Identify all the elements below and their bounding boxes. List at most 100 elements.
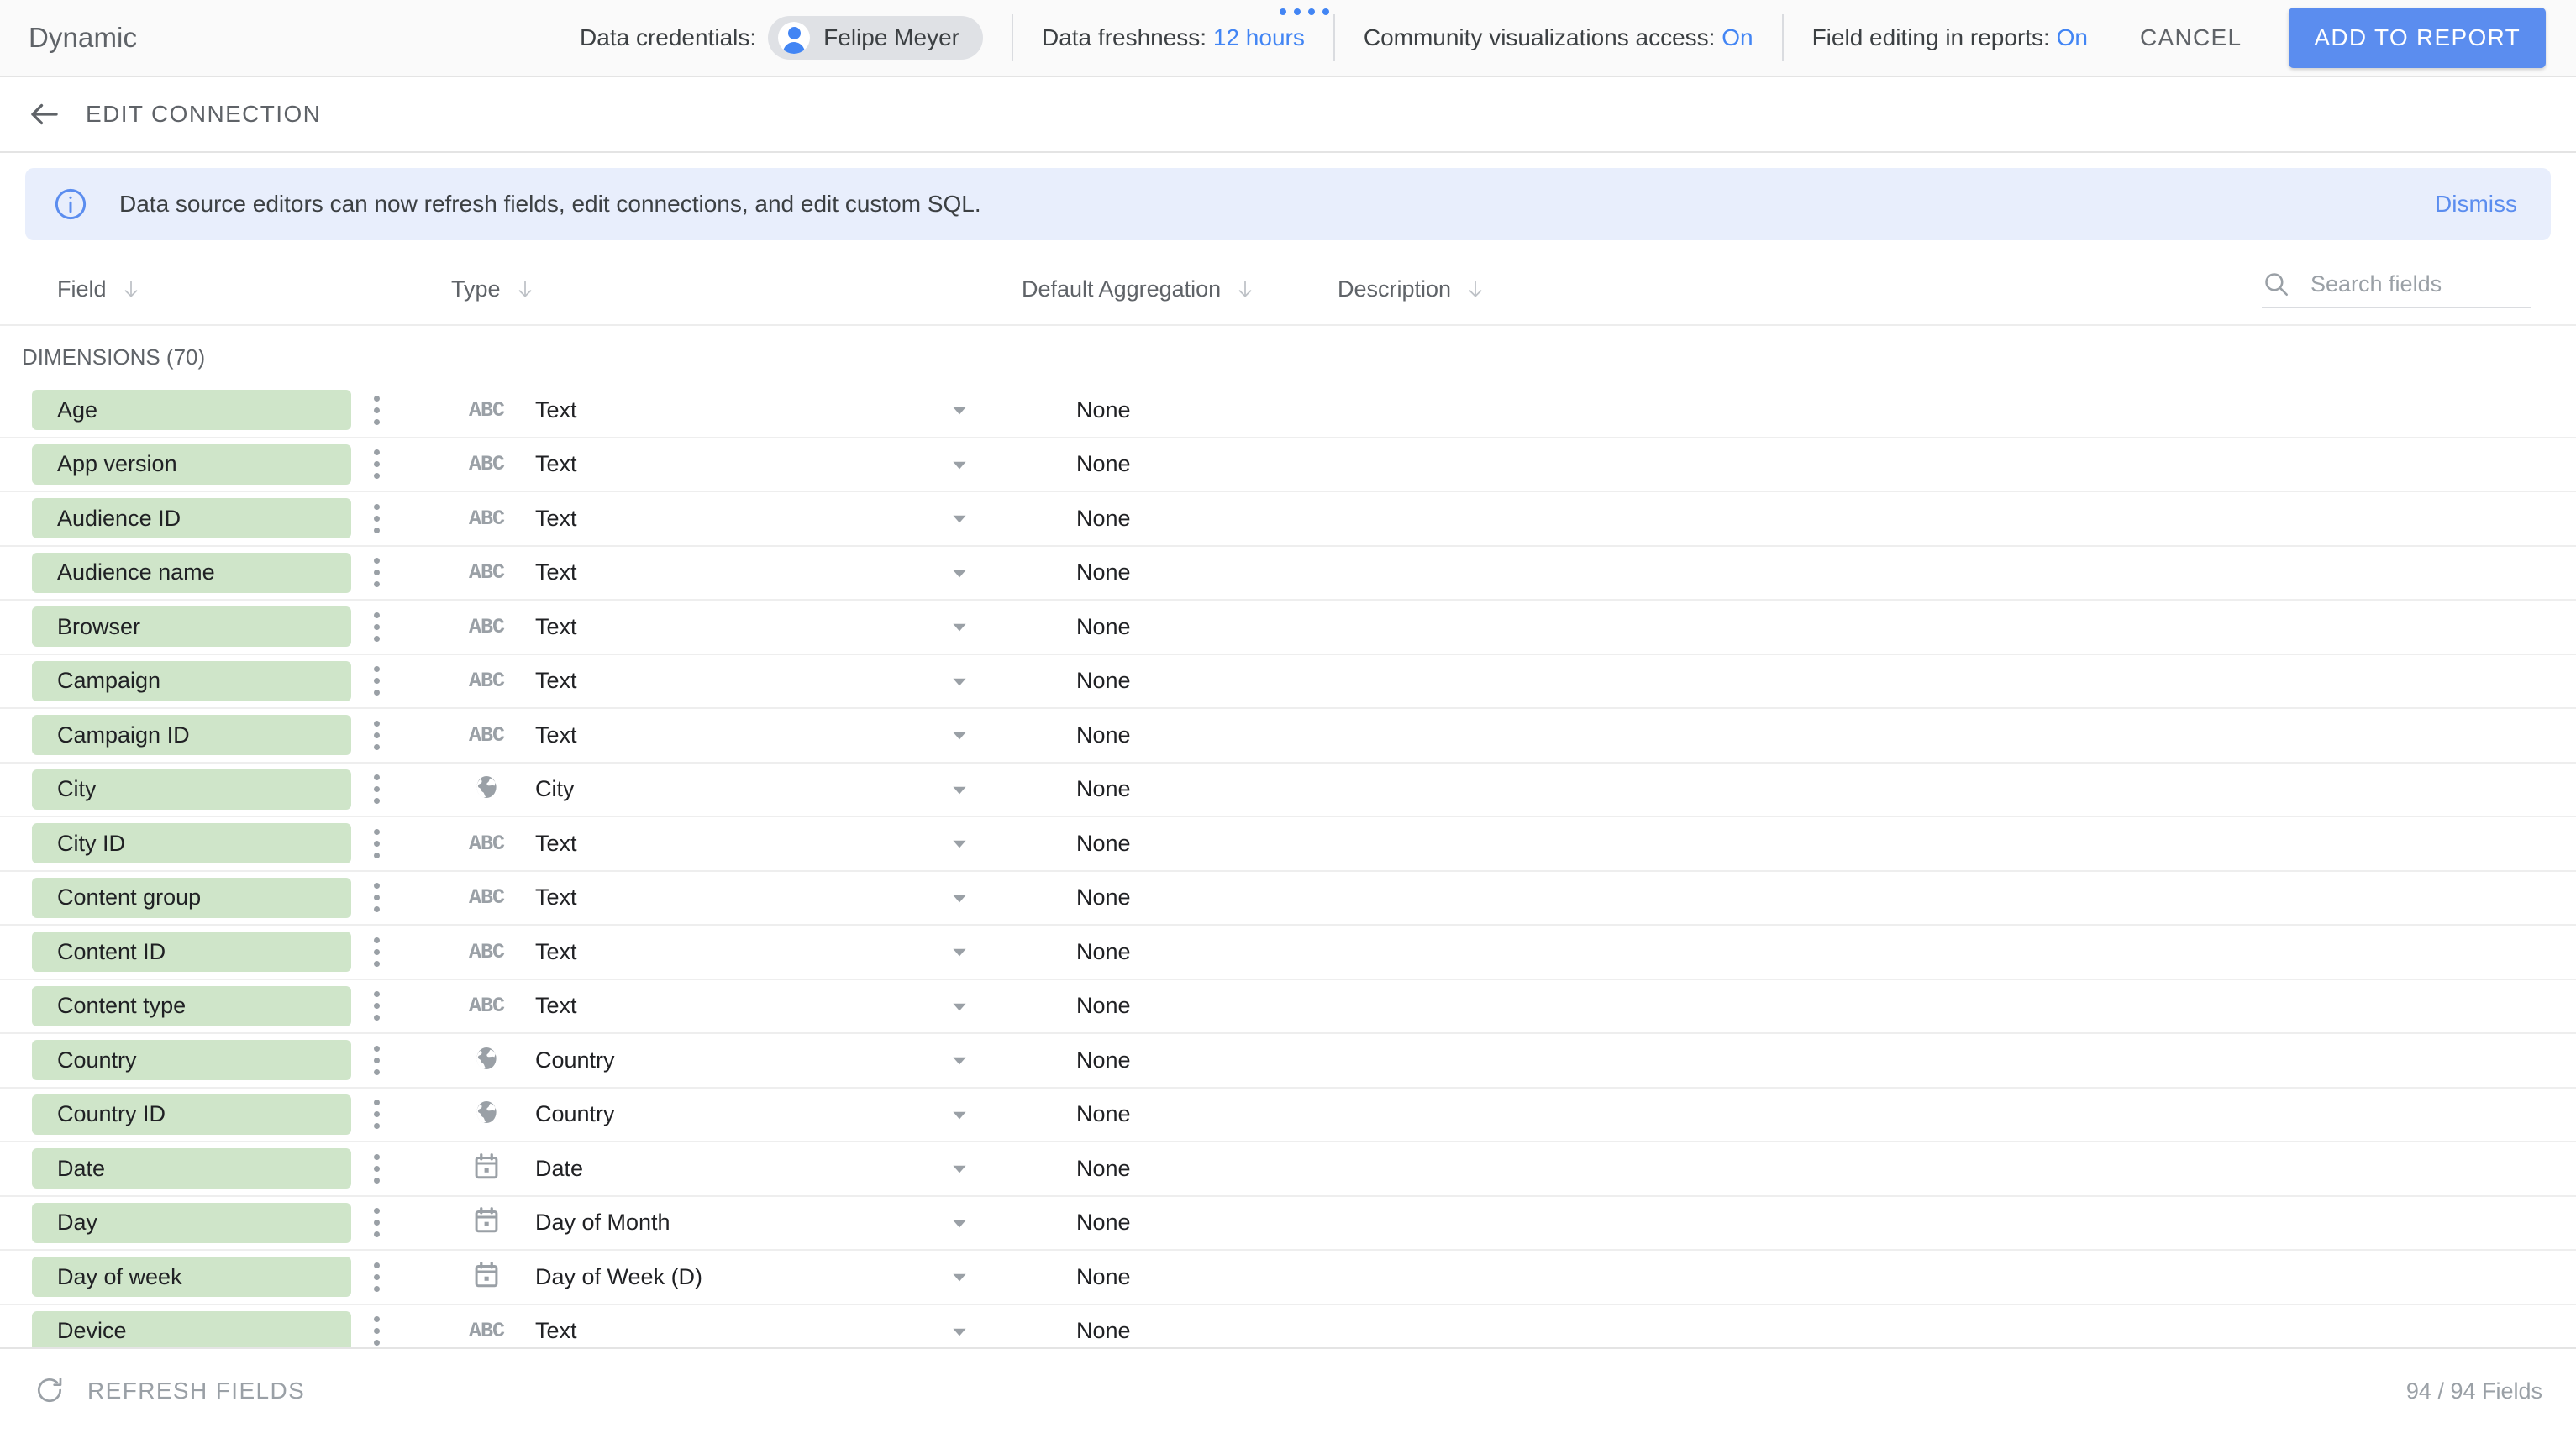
field-aggregation-value[interactable]: None (1076, 451, 1131, 477)
field-name-cell[interactable]: Device (32, 1310, 351, 1347)
row-more-options-icon[interactable] (360, 498, 393, 538)
field-aggregation-value[interactable]: None (1076, 506, 1131, 532)
field-type-dropdown-caret-icon[interactable] (943, 1049, 976, 1071)
field-name-cell[interactable]: Audience ID (32, 498, 351, 539)
row-more-options-icon[interactable] (360, 661, 393, 701)
edit-connection-label[interactable]: EDIT CONNECTION (86, 101, 321, 128)
field-aggregation-value[interactable]: None (1076, 1264, 1131, 1290)
field-name-cell[interactable]: Age (32, 390, 351, 431)
arrow-down-icon[interactable] (120, 278, 142, 300)
table-row[interactable]: Campaign ABC Text None (0, 655, 2576, 709)
field-name-cell[interactable]: Audience name (32, 552, 351, 593)
field-name-chip[interactable]: Day (32, 1202, 351, 1243)
field-name-cell[interactable]: Day of week (32, 1257, 351, 1298)
field-type-dropdown-caret-icon[interactable] (943, 887, 976, 909)
field-type-dropdown-caret-icon[interactable] (943, 670, 976, 692)
row-more-options-icon[interactable] (360, 1203, 393, 1243)
field-name-chip[interactable]: Browser (32, 606, 351, 648)
row-more-options-icon[interactable] (360, 823, 393, 863)
field-type-dropdown-caret-icon[interactable] (943, 941, 976, 963)
field-name-cell[interactable]: Content group (32, 877, 351, 918)
row-more-options-icon[interactable] (360, 1148, 393, 1189)
row-more-options-icon[interactable] (360, 769, 393, 810)
row-more-options-icon[interactable] (360, 1094, 393, 1135)
field-type-dropdown-caret-icon[interactable] (943, 724, 976, 746)
row-more-options-icon[interactable] (360, 1257, 393, 1297)
field-type-dropdown-caret-icon[interactable] (943, 399, 976, 421)
field-name-chip[interactable]: Audience ID (32, 498, 351, 539)
arrow-down-icon[interactable] (1234, 278, 1256, 300)
field-aggregation-value[interactable]: None (1076, 993, 1131, 1019)
arrow-left-icon[interactable] (25, 95, 64, 134)
data-freshness-value[interactable]: 12 hours (1213, 24, 1305, 51)
data-credentials-chip[interactable]: Felipe Meyer (768, 16, 983, 60)
field-aggregation-value[interactable]: None (1076, 1210, 1131, 1236)
field-name-chip[interactable]: Day of week (32, 1257, 351, 1298)
field-name-chip[interactable]: Age (32, 390, 351, 431)
field-aggregation-value[interactable]: None (1076, 776, 1131, 802)
field-type-dropdown-caret-icon[interactable] (943, 1320, 976, 1342)
table-row[interactable]: City ID ABC Text None (0, 817, 2576, 872)
field-name-chip[interactable]: Campaign ID (32, 715, 351, 756)
field-type-dropdown-caret-icon[interactable] (943, 616, 976, 638)
dismiss-button[interactable]: Dismiss (2431, 184, 2521, 224)
field-name-chip[interactable]: Country ID (32, 1094, 351, 1135)
add-to-report-button[interactable]: ADD TO REPORT (2289, 8, 2546, 68)
table-row[interactable]: App version ABC Text None (0, 438, 2576, 492)
community-visualizations-control[interactable]: Community visualizations access: On (1337, 24, 1780, 51)
field-name-cell[interactable]: Day (32, 1202, 351, 1243)
field-name-chip[interactable]: Date (32, 1148, 351, 1189)
table-row[interactable]: Age ABC Text None (0, 384, 2576, 438)
row-more-options-icon[interactable] (360, 1040, 393, 1080)
field-aggregation-value[interactable]: None (1076, 1047, 1131, 1073)
field-type-dropdown-caret-icon[interactable] (943, 779, 976, 800)
row-more-options-icon[interactable] (360, 986, 393, 1026)
field-name-cell[interactable]: Campaign ID (32, 715, 351, 756)
community-visualizations-value[interactable]: On (1722, 24, 1753, 51)
field-name-chip[interactable]: App version (32, 444, 351, 485)
table-row[interactable]: Country Country None (0, 1034, 2576, 1089)
field-name-cell[interactable]: Content ID (32, 932, 351, 973)
field-aggregation-value[interactable]: None (1076, 397, 1131, 423)
field-name-cell[interactable]: Date (32, 1148, 351, 1189)
field-type-dropdown-caret-icon[interactable] (943, 1266, 976, 1288)
row-more-options-icon[interactable] (360, 932, 393, 972)
row-more-options-icon[interactable] (360, 715, 393, 755)
table-row[interactable]: Campaign ID ABC Text None (0, 709, 2576, 764)
field-type-dropdown-caret-icon[interactable] (943, 1157, 976, 1179)
field-name-chip[interactable]: Country (32, 1040, 351, 1081)
field-name-cell[interactable]: Browser (32, 606, 351, 648)
search-input[interactable] (2311, 270, 2531, 297)
data-credentials-control[interactable]: Data credentials: Felipe Meyer (553, 16, 1010, 60)
column-header-description[interactable]: Description (1338, 276, 1486, 302)
table-row[interactable]: Country ID Country None (0, 1089, 2576, 1142)
refresh-fields-button[interactable]: REFRESH FIELDS (29, 1366, 310, 1417)
field-aggregation-value[interactable]: None (1076, 939, 1131, 965)
field-aggregation-value[interactable]: None (1076, 884, 1131, 911)
field-type-dropdown-caret-icon[interactable] (943, 1212, 976, 1234)
field-name-chip[interactable]: Campaign (32, 660, 351, 701)
table-row[interactable]: Device ABC Text None (0, 1305, 2576, 1347)
column-header-field[interactable]: Field (57, 276, 142, 302)
field-type-dropdown-caret-icon[interactable] (943, 562, 976, 584)
table-row[interactable]: Date Date None (0, 1142, 2576, 1197)
field-aggregation-value[interactable]: None (1076, 1318, 1131, 1344)
table-row[interactable]: Audience ID ABC Text None (0, 492, 2576, 547)
row-more-options-icon[interactable] (360, 444, 393, 485)
table-row[interactable]: Day Day of Month None (0, 1197, 2576, 1251)
field-type-dropdown-caret-icon[interactable] (943, 1104, 976, 1126)
field-name-chip[interactable]: Content group (32, 877, 351, 918)
search-fields-box[interactable] (2262, 270, 2531, 308)
table-row[interactable]: Audience name ABC Text None (0, 547, 2576, 601)
field-editing-value[interactable]: On (2057, 24, 2088, 51)
field-type-dropdown-caret-icon[interactable] (943, 995, 976, 1017)
field-name-chip[interactable]: Audience name (32, 552, 351, 593)
field-type-dropdown-caret-icon[interactable] (943, 507, 976, 529)
row-more-options-icon[interactable] (360, 1311, 393, 1347)
field-name-cell[interactable]: Country (32, 1040, 351, 1081)
field-name-cell[interactable]: Content type (32, 985, 351, 1026)
field-name-cell[interactable]: Campaign (32, 660, 351, 701)
table-row[interactable]: Content group ABC Text None (0, 872, 2576, 926)
field-name-chip[interactable]: Content ID (32, 932, 351, 973)
field-aggregation-value[interactable]: None (1076, 831, 1131, 857)
